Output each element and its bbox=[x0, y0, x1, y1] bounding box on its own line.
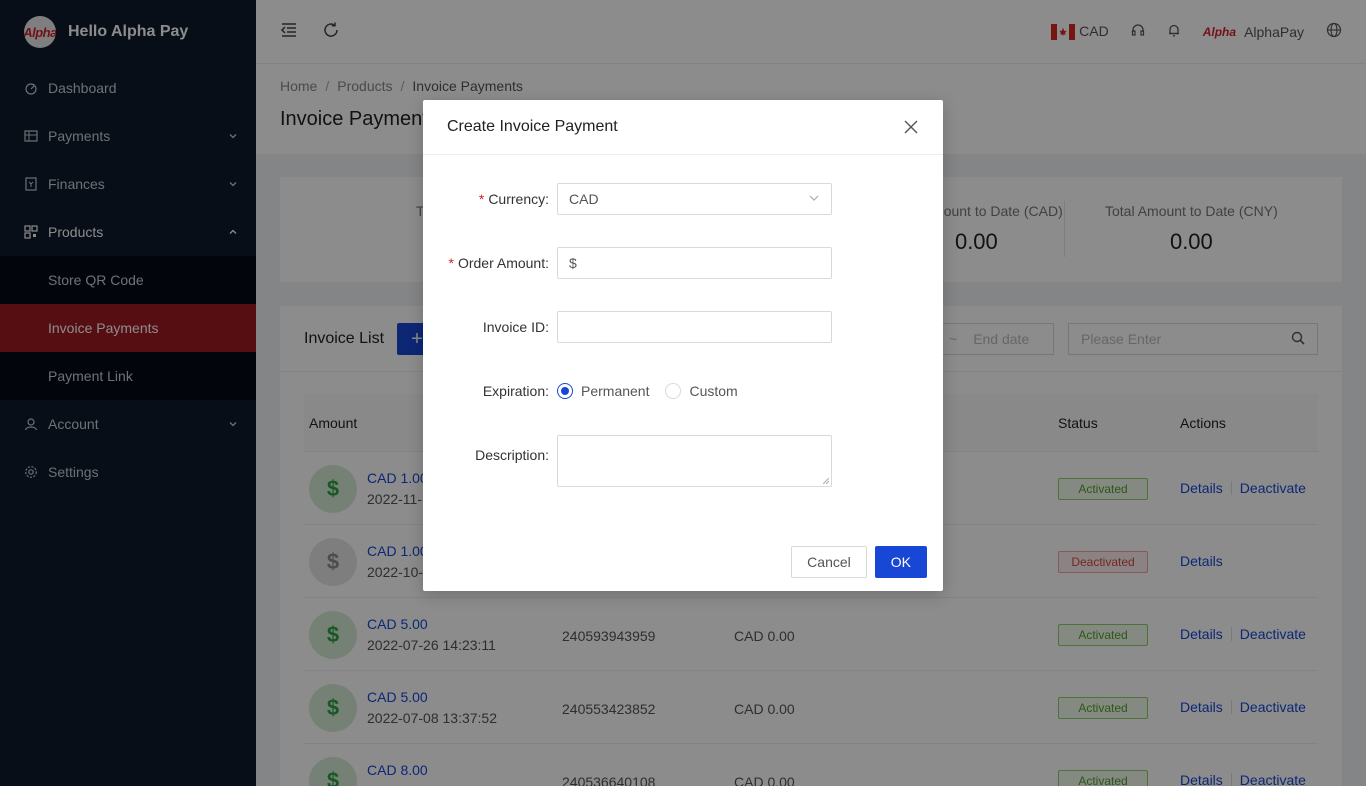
expiration-radio-group: Permanent Custom bbox=[557, 375, 738, 407]
invoice-id-row: Invoice ID: bbox=[423, 311, 943, 343]
order-amount-label: Order Amount bbox=[457, 255, 546, 271]
description-textarea[interactable] bbox=[557, 435, 832, 487]
invoice-id-label: Invoice ID bbox=[482, 319, 546, 335]
order-amount-row: * Order Amount: $ bbox=[423, 247, 943, 279]
currency-value: CAD bbox=[569, 191, 599, 207]
resize-handle-icon[interactable] bbox=[823, 478, 829, 484]
invoice-id-input[interactable] bbox=[557, 311, 832, 343]
expiration-label: Expiration bbox=[482, 383, 546, 399]
modal-title: Create Invoice Payment bbox=[447, 118, 618, 135]
create-invoice-modal: Create Invoice Payment * Currency: CAD * O… bbox=[423, 100, 943, 591]
dollar-prefix: $ bbox=[569, 255, 577, 271]
expiration-row: Expiration: Permanent Custom bbox=[423, 375, 943, 407]
currency-row: * Currency: CAD bbox=[423, 183, 943, 215]
expiration-custom-radio[interactable]: Custom bbox=[665, 383, 738, 399]
cancel-button[interactable]: Cancel bbox=[791, 546, 867, 578]
close-icon[interactable] bbox=[903, 119, 919, 135]
expiration-permanent-radio[interactable]: Permanent bbox=[557, 383, 649, 399]
chevron-down-icon bbox=[808, 191, 820, 207]
description-row: Description: bbox=[423, 435, 943, 487]
order-amount-input[interactable]: $ bbox=[557, 247, 832, 279]
ok-button[interactable]: OK bbox=[874, 546, 927, 578]
description-label: Description bbox=[475, 447, 546, 463]
modal-footer: Cancel OK bbox=[423, 533, 943, 591]
currency-select[interactable]: CAD bbox=[557, 183, 832, 215]
currency-label: Currency bbox=[488, 191, 546, 207]
